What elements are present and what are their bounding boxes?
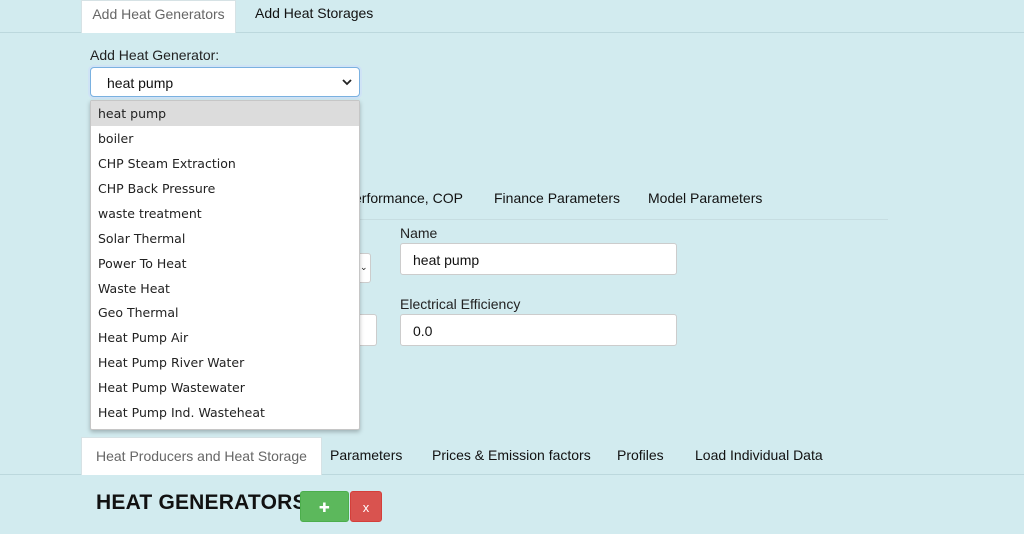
- dropdown-option[interactable]: waste treatment: [91, 201, 359, 226]
- tab-add-heat-storages[interactable]: Add Heat Storages: [255, 0, 385, 33]
- tab-parameters[interactable]: Parameters: [330, 437, 402, 475]
- dropdown-option[interactable]: Waste Heat: [91, 276, 359, 301]
- tab-add-heat-storages-label: Add Heat Storages: [255, 5, 374, 21]
- name-input-value: heat pump: [413, 252, 480, 268]
- dropdown-option[interactable]: Heat Pump River Water: [91, 350, 359, 375]
- tab-performance-cop[interactable]: erformance, COP: [354, 190, 463, 206]
- close-icon: x: [362, 500, 370, 515]
- tab-model-parameters[interactable]: Model Parameters: [648, 190, 762, 206]
- electrical-efficiency-label: Electrical Efficiency: [400, 296, 521, 312]
- dropdown-option[interactable]: Geo Thermal: [91, 300, 359, 325]
- dropdown-option[interactable]: Solar Thermal: [91, 226, 359, 251]
- dropdown-option[interactable]: heat pump: [91, 101, 359, 126]
- electrical-efficiency-input[interactable]: 0.0: [400, 314, 677, 346]
- generator-sub-tab-bar: erformance, COP Finance Parameters Model…: [354, 190, 888, 220]
- heat-generator-select[interactable]: heat pump: [90, 67, 360, 97]
- dropdown-option[interactable]: Heat Pump Wastewater: [91, 375, 359, 400]
- plus-icon: ✚: [319, 500, 330, 515]
- heat-generator-select-value: heat pump: [107, 75, 174, 91]
- tab-finance-parameters[interactable]: Finance Parameters: [494, 190, 620, 206]
- heat-generator-dropdown-list: heat pump boiler CHP Steam Extraction CH…: [90, 100, 360, 430]
- dropdown-option[interactable]: CHP Steam Extraction: [91, 151, 359, 176]
- heat-generators-heading: HEAT GENERATORS: [96, 491, 307, 514]
- chevron-down-icon: ⌄: [360, 262, 368, 272]
- add-generator-button[interactable]: ✚: [300, 491, 349, 522]
- chevron-down-icon: [342, 79, 352, 86]
- name-label: Name: [400, 225, 438, 241]
- tab-add-heat-generators-label: Add Heat Generators: [92, 6, 225, 22]
- delete-generator-button[interactable]: x: [350, 491, 382, 522]
- tab-prices-emission-factors[interactable]: Prices & Emission factors: [432, 437, 591, 475]
- top-tab-bar: Add Heat Generators Add Heat Storages: [0, 0, 1024, 33]
- electrical-efficiency-value: 0.0: [413, 323, 433, 339]
- hidden-input-edge[interactable]: [360, 314, 377, 346]
- tab-add-heat-generators[interactable]: Add Heat Generators: [81, 0, 236, 33]
- tab-heat-producers-storage[interactable]: Heat Producers and Heat Storage: [81, 437, 322, 475]
- dropdown-option[interactable]: Heat Pump Ind. Wasteheat: [91, 400, 359, 425]
- dropdown-option[interactable]: Power To Heat: [91, 251, 359, 276]
- dropdown-option[interactable]: boiler: [91, 126, 359, 151]
- hidden-select-edge[interactable]: ⌄: [360, 253, 371, 283]
- add-heat-generator-label: Add Heat Generator:: [90, 47, 220, 63]
- tab-load-individual-data[interactable]: Load Individual Data: [695, 437, 823, 475]
- dropdown-option[interactable]: Heat Pump Air: [91, 325, 359, 350]
- main-tab-bar: Heat Producers and Heat Storage Paramete…: [0, 437, 1024, 475]
- tab-profiles[interactable]: Profiles: [617, 437, 664, 475]
- dropdown-option[interactable]: CHP Back Pressure: [91, 176, 359, 201]
- name-input[interactable]: heat pump: [400, 243, 677, 275]
